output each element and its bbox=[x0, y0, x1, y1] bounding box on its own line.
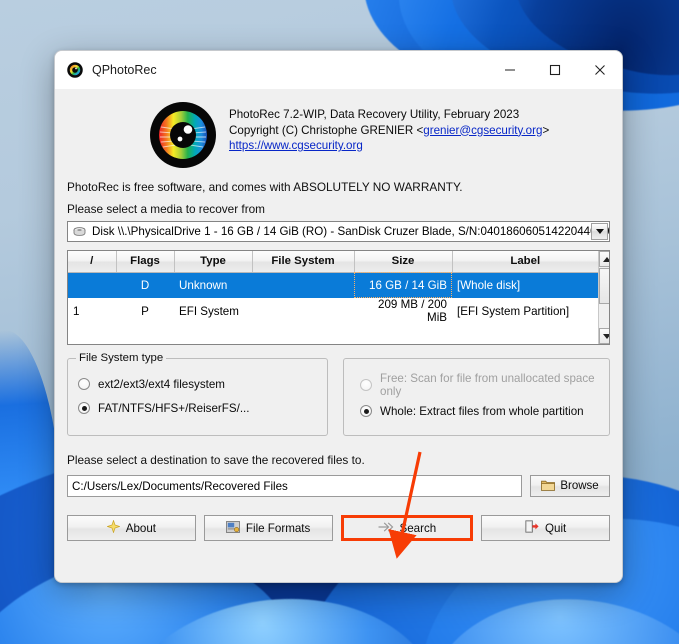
search-arrow-icon bbox=[377, 521, 394, 536]
file-formats-button-label: File Formats bbox=[245, 521, 311, 535]
radio-circle-selected-icon bbox=[78, 402, 90, 414]
quit-button-label: Quit bbox=[544, 521, 567, 535]
qphotorec-window: QPhotoRec PhotoRec 7.2-WIP, Data Recover… bbox=[54, 50, 623, 583]
destination-prompt: Please select a destination to save the … bbox=[67, 453, 365, 467]
cell-label: [Whole disk] bbox=[452, 272, 598, 298]
close-button[interactable] bbox=[577, 51, 622, 89]
cell-filesystem bbox=[252, 272, 354, 298]
filesystem-type-group: File System type ext2/ext3/ext4 filesyst… bbox=[67, 352, 328, 436]
column-header-flags[interactable]: Flags bbox=[116, 251, 175, 273]
warranty-notice: PhotoRec is free software, and comes wit… bbox=[67, 180, 463, 194]
column-header-size[interactable]: Size bbox=[354, 251, 453, 273]
radio-circle-icon bbox=[78, 378, 90, 390]
cell-index: 1 bbox=[73, 304, 80, 318]
column-header-filesystem[interactable]: File System bbox=[252, 251, 355, 273]
app-header: PhotoRec 7.2-WIP, Data Recovery Utility,… bbox=[55, 89, 622, 169]
window-client-area: PhotoRec 7.2-WIP, Data Recovery Utility,… bbox=[55, 89, 622, 582]
search-button[interactable]: Search bbox=[340, 515, 474, 541]
window-controls bbox=[487, 51, 622, 89]
about-button[interactable]: About bbox=[67, 515, 196, 541]
photorec-eye-icon bbox=[67, 62, 83, 78]
filesystem-group-legend: File System type bbox=[76, 352, 167, 364]
column-header-type[interactable]: Type bbox=[174, 251, 253, 273]
quit-button[interactable]: Quit bbox=[481, 515, 610, 541]
cell-flags: D bbox=[116, 272, 174, 298]
table-row[interactable]: 1 P EFI System 209 MB / 200 MiB [EFI Sys… bbox=[68, 298, 598, 324]
cell-size: 209 MB / 200 MiB bbox=[378, 298, 447, 324]
website-link[interactable]: https://www.cgsecurity.org bbox=[229, 139, 363, 152]
radio-circle-disabled-icon bbox=[360, 379, 372, 391]
folder-icon bbox=[541, 479, 556, 494]
about-text-block: PhotoRec 7.2-WIP, Data Recovery Utility,… bbox=[229, 107, 549, 169]
media-select-combobox[interactable]: Disk \\.\PhysicalDrive 1 - 16 GB / 14 Gi… bbox=[67, 221, 610, 242]
radio-free-scan[interactable]: Free: Scan for file from unallocated spa… bbox=[360, 372, 599, 398]
radio-fat-label: FAT/NTFS/HFS+/ReiserFS/... bbox=[98, 401, 250, 415]
title-bar: QPhotoRec bbox=[55, 51, 622, 89]
table-header-row: / Flags Type File System Size Label bbox=[68, 251, 598, 273]
cell-type: EFI System bbox=[179, 304, 239, 318]
author-email-link[interactable]: grenier@cgsecurity.org bbox=[423, 124, 542, 137]
cell-filesystem bbox=[252, 298, 354, 324]
search-button-label: Search bbox=[399, 521, 437, 535]
table-row[interactable]: D Unknown 16 GB / 14 GiB [Whole disk] bbox=[68, 272, 598, 298]
about-button-label: About bbox=[125, 521, 157, 535]
options-groups: File System type ext2/ext3/ext4 filesyst… bbox=[67, 352, 610, 436]
partition-table[interactable]: / Flags Type File System Size Label D Un… bbox=[67, 250, 610, 345]
destination-row: Browse bbox=[67, 475, 610, 497]
website-line: https://www.cgsecurity.org bbox=[229, 138, 549, 154]
radio-ext-filesystem[interactable]: ext2/ext3/ext4 filesystem bbox=[78, 372, 317, 396]
radio-circle-selected-icon bbox=[360, 405, 372, 417]
scroll-up-icon[interactable] bbox=[599, 251, 609, 267]
version-line: PhotoRec 7.2-WIP, Data Recovery Utility,… bbox=[229, 108, 520, 121]
window-title: QPhotoRec bbox=[92, 63, 157, 77]
radio-whole-scan[interactable]: Whole: Extract files from whole partitio… bbox=[360, 398, 599, 424]
browse-label: Browse bbox=[560, 480, 599, 492]
scroll-down-icon[interactable] bbox=[599, 328, 609, 344]
destination-path-input[interactable] bbox=[67, 475, 522, 497]
browse-button[interactable]: Browse bbox=[530, 475, 610, 497]
media-prompt-label: Please select a media to recover from bbox=[67, 202, 266, 216]
copyright-line: Copyright (C) Christophe GRENIER <grenie… bbox=[229, 123, 550, 137]
column-header-index[interactable]: / bbox=[68, 251, 117, 273]
scrollbar-thumb[interactable] bbox=[599, 268, 609, 304]
minimize-button[interactable] bbox=[487, 51, 532, 89]
radio-ext-label: ext2/ext3/ext4 filesystem bbox=[98, 377, 225, 391]
cell-type: Unknown bbox=[174, 272, 252, 298]
file-formats-button[interactable]: File Formats bbox=[203, 515, 333, 541]
exit-door-icon bbox=[525, 520, 539, 536]
formats-icon bbox=[226, 520, 240, 536]
radio-free-label: Free: Scan for file from unallocated spa… bbox=[380, 372, 595, 398]
scan-mode-group: Free: Scan for file from unallocated spa… bbox=[343, 358, 610, 436]
radio-fat-ntfs-filesystem[interactable]: FAT/NTFS/HFS+/ReiserFS/... bbox=[78, 396, 317, 420]
photorec-eye-logo bbox=[149, 101, 217, 169]
cell-index bbox=[68, 272, 116, 298]
star-icon bbox=[106, 519, 121, 536]
cell-size: 16 GB / 14 GiB bbox=[354, 272, 452, 298]
action-button-row: About File Formats Search Quit bbox=[67, 515, 610, 541]
maximize-button[interactable] bbox=[532, 51, 577, 89]
chevron-down-icon[interactable] bbox=[591, 223, 608, 240]
column-header-label[interactable]: Label bbox=[452, 251, 598, 273]
disk-drive-icon bbox=[72, 226, 87, 237]
desktop-background: QPhotoRec PhotoRec 7.2-WIP, Data Recover… bbox=[0, 0, 679, 644]
cell-flags: P bbox=[141, 304, 149, 318]
media-select-value: Disk \\.\PhysicalDrive 1 - 16 GB / 14 Gi… bbox=[92, 225, 609, 238]
table-vertical-scrollbar[interactable] bbox=[598, 251, 609, 344]
cell-label: [EFI System Partition] bbox=[457, 304, 570, 318]
radio-whole-label: Whole: Extract files from whole partitio… bbox=[380, 404, 584, 418]
